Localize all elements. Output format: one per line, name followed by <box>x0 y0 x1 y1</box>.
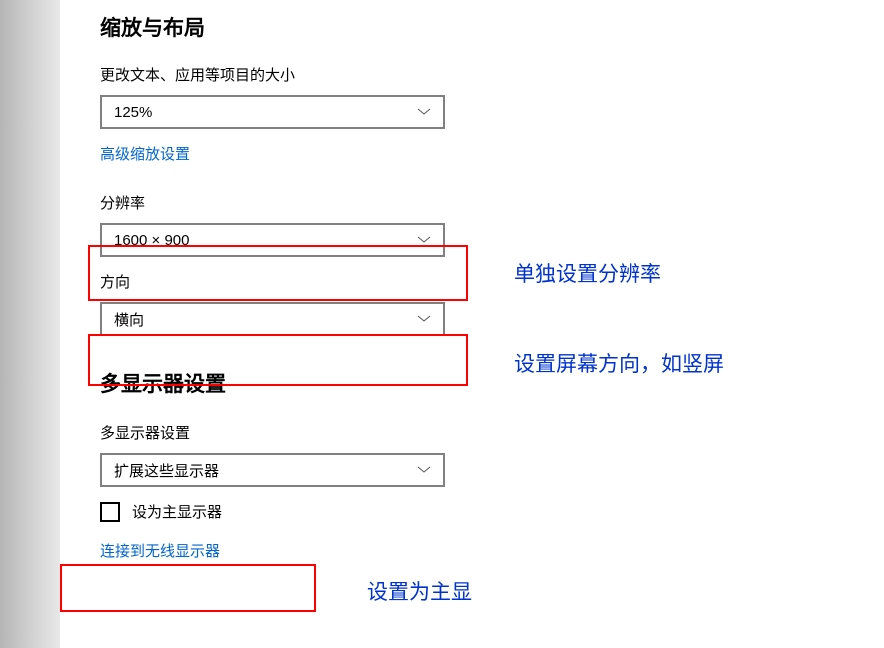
settings-content: 缩放与布局 更改文本、应用等项目的大小 125% 高级缩放设置 分辨率 1600… <box>100 0 884 561</box>
resolution-value: 1600 × 900 <box>114 232 417 249</box>
chevron-down-icon <box>417 105 431 119</box>
advanced-scale-link[interactable]: 高级缩放设置 <box>100 143 190 164</box>
multi-display-label: 多显示器设置 <box>100 422 884 443</box>
main-display-label: 设为主显示器 <box>132 501 222 522</box>
section-scale-layout-title: 缩放与布局 <box>100 12 884 42</box>
annotation-main-display-text: 设置为主显 <box>367 576 472 606</box>
scale-dropdown[interactable]: 125% <box>100 95 445 129</box>
main-display-row: 设为主显示器 <box>100 501 884 522</box>
resolution-dropdown[interactable]: 1600 × 900 <box>100 223 445 257</box>
resolution-label: 分辨率 <box>100 192 884 213</box>
left-edge-shadow <box>0 0 60 648</box>
multi-display-dropdown[interactable]: 扩展这些显示器 <box>100 453 445 487</box>
chevron-down-icon <box>417 233 431 247</box>
orientation-value: 横向 <box>114 309 417 330</box>
scale-value: 125% <box>114 104 417 121</box>
annotation-resolution-text: 单独设置分辨率 <box>514 258 661 288</box>
orientation-dropdown[interactable]: 横向 <box>100 302 445 336</box>
main-display-checkbox[interactable] <box>100 502 120 522</box>
orientation-label: 方向 <box>100 271 884 292</box>
chevron-down-icon <box>417 463 431 477</box>
section-multi-display-title: 多显示器设置 <box>100 368 884 398</box>
chevron-down-icon <box>417 312 431 326</box>
multi-display-value: 扩展这些显示器 <box>114 460 417 481</box>
annotation-box-main-display <box>60 564 316 612</box>
wireless-display-link[interactable]: 连接到无线显示器 <box>100 540 220 561</box>
annotation-orientation-text: 设置屏幕方向，如竖屏 <box>514 348 724 378</box>
scale-label: 更改文本、应用等项目的大小 <box>100 64 884 85</box>
